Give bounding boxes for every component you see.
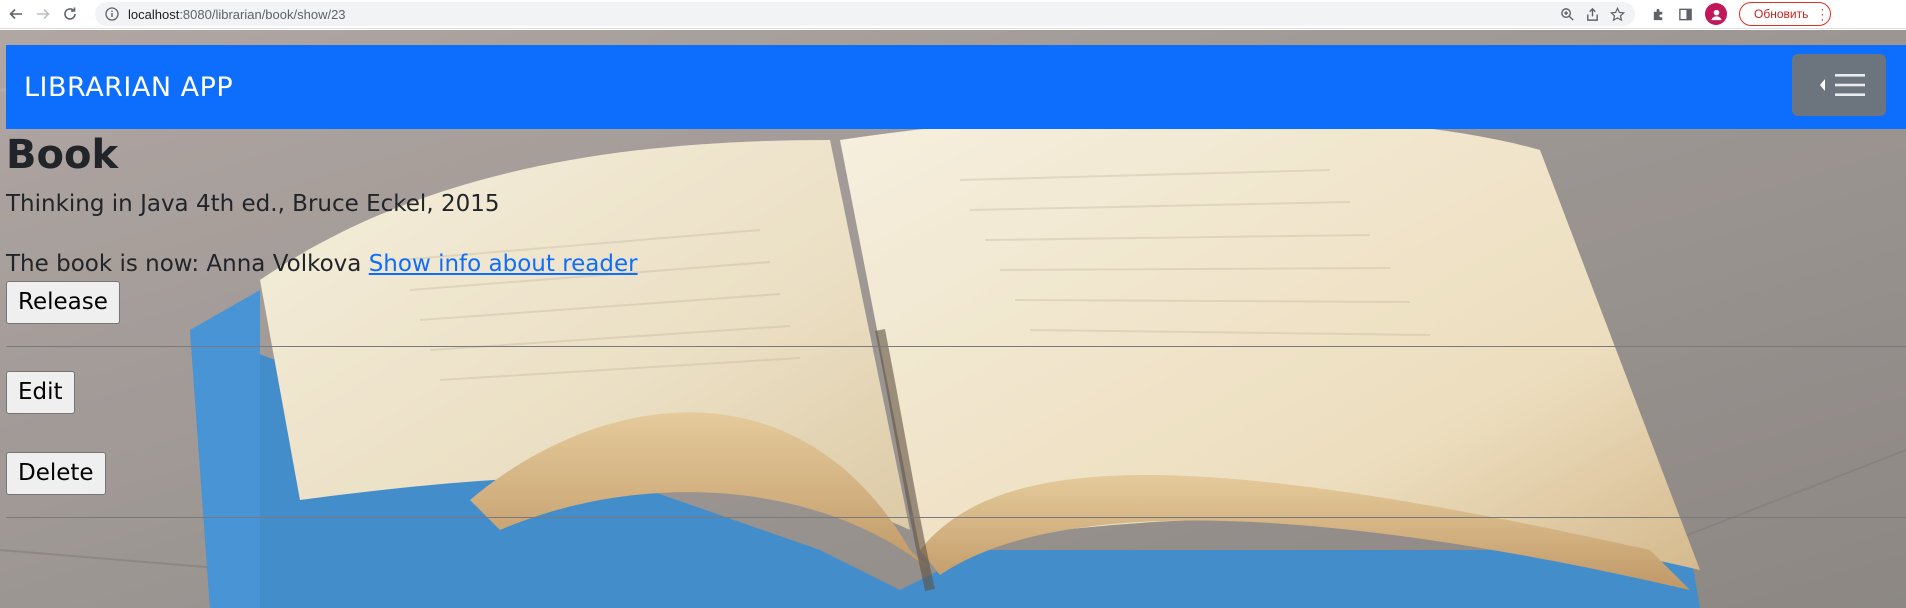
menu-hamburger-icon (1820, 74, 1865, 96)
reload-icon (64, 7, 76, 20)
share-icon[interactable] (1585, 7, 1600, 22)
browser-toolbar: localhost:8080/librarian/book/show/23 Об… (0, 0, 1906, 29)
show-reader-link[interactable]: Show info about reader (369, 251, 638, 277)
more-vertical-icon: · · · (1820, 2, 1825, 26)
page-title: Book (6, 132, 119, 178)
extensions-puzzle-icon[interactable] (1651, 7, 1666, 22)
url-host: localhost (128, 6, 180, 22)
book-info-text: Thinking in Java 4th ed., Bruce Eckel, 2… (6, 191, 500, 217)
address-bar[interactable]: localhost:8080/librarian/book/show/23 (95, 2, 1635, 26)
edit-form: Edit (6, 371, 1906, 414)
delete-button[interactable]: Delete (6, 452, 106, 495)
update-label: Обновить (1754, 7, 1809, 21)
back-button[interactable] (5, 3, 27, 25)
brand-title[interactable]: LIBRARIAN APP (24, 72, 233, 103)
side-panel-icon[interactable] (1678, 7, 1693, 22)
delete-form: Delete (6, 452, 1906, 495)
arrow-left-icon (9, 8, 22, 20)
info-icon (105, 7, 119, 21)
reload-button[interactable] (59, 3, 81, 25)
edit-button[interactable]: Edit (6, 371, 75, 414)
arrow-right-icon (37, 8, 50, 20)
zoom-icon[interactable] (1560, 7, 1575, 22)
url-path: :8080/librarian/book/show/23 (179, 6, 346, 22)
release-form: Release (6, 281, 1906, 324)
url-text: localhost:8080/librarian/book/show/23 (128, 7, 346, 22)
release-button[interactable]: Release (6, 281, 120, 324)
top-navbar: LIBRARIAN APP (6, 45, 1906, 129)
person-icon (1710, 9, 1722, 20)
divider-top (6, 346, 1906, 347)
page-viewport: LIBRARIAN APP Book Thinking in Java 4th … (0, 30, 1906, 608)
navbar-toggler-button[interactable] (1792, 54, 1886, 116)
owner-text: The book is now: Anna Volkova (6, 251, 362, 277)
divider-bottom (6, 517, 1906, 518)
profile-avatar[interactable] (1705, 3, 1727, 25)
update-browser-button[interactable]: Обновить · · · (1739, 2, 1832, 26)
book-owner-line: The book is now: Anna Volkova Show info … (6, 249, 1906, 279)
book-details: Book Thinking in Java 4th ed., Bruce Eck… (6, 129, 1906, 518)
forward-button[interactable] (32, 3, 54, 25)
bookmark-star-icon[interactable] (1610, 6, 1625, 22)
